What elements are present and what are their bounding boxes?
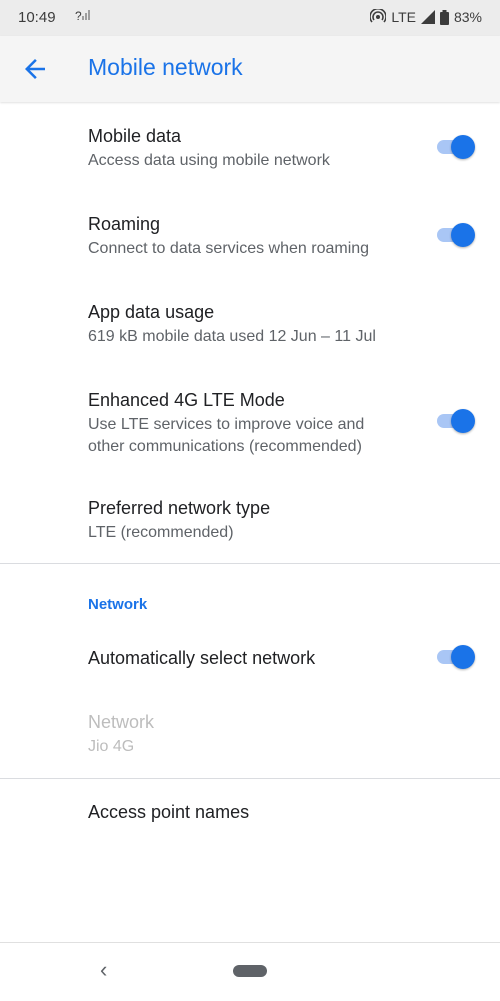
setting-app-data-usage[interactable]: App data usage 619 kB mobile data used 1… [0, 288, 500, 366]
setting-enhanced-4g-lte[interactable]: Enhanced 4G LTE Mode Use LTE services to… [0, 376, 500, 476]
battery-icon [439, 9, 449, 25]
no-sim-signal-icon: ? [75, 8, 92, 23]
setting-title: Access point names [88, 802, 250, 822]
enhanced-lte-toggle[interactable] [435, 406, 479, 436]
setting-auto-select-network[interactable]: Automatically select network [0, 628, 500, 688]
back-arrow-icon[interactable] [20, 54, 50, 84]
divider [0, 778, 500, 779]
battery-percent: 83% [453, 9, 482, 25]
page-title: Mobile network [88, 54, 243, 80]
hotspot-icon [370, 9, 387, 23]
auto-select-network-toggle[interactable] [435, 642, 479, 672]
mobile-data-toggle[interactable] [435, 132, 479, 162]
setting-subtitle-line1: Use LTE services to improve voice and [88, 416, 365, 433]
setting-title: Roaming [88, 214, 161, 234]
setting-title: Automatically select network [88, 648, 316, 668]
roaming-toggle[interactable] [435, 220, 479, 250]
nav-back-icon[interactable]: ‹ [100, 957, 107, 983]
setting-title: Preferred network type [88, 498, 271, 518]
setting-title: Enhanced 4G LTE Mode [88, 390, 285, 410]
setting-mobile-data[interactable]: Mobile data Access data using mobile net… [0, 112, 500, 190]
setting-access-point-names[interactable]: Access point names [0, 790, 500, 840]
setting-subtitle: 619 kB mobile data used 12 Jun – 11 Jul [88, 328, 376, 345]
status-icons: LTE 83% [370, 9, 482, 25]
cell-signal-icon [420, 10, 435, 24]
setting-network: Network Jio 4G [0, 700, 500, 772]
setting-title: Mobile data [88, 126, 182, 146]
setting-subtitle: Jio 4G [88, 738, 135, 755]
setting-subtitle: Access data using mobile network [88, 152, 330, 169]
divider [0, 563, 500, 564]
setting-title: Network [88, 712, 155, 732]
signal-bars-icon [81, 10, 90, 20]
setting-preferred-network-type[interactable]: Preferred network type LTE (recommended) [0, 484, 500, 562]
setting-subtitle: Connect to data services when roaming [88, 240, 370, 257]
setting-subtitle-line2: other communications (recommended) [88, 438, 362, 455]
sim-indicator: ? [75, 9, 82, 23]
app-bar: Mobile network [0, 36, 500, 102]
setting-title: App data usage [88, 302, 215, 322]
network-type-label: LTE [391, 9, 416, 25]
home-pill-button[interactable] [233, 965, 267, 977]
setting-subtitle: LTE (recommended) [88, 524, 234, 541]
setting-roaming[interactable]: Roaming Connect to data services when ro… [0, 200, 500, 278]
section-header-network: Network [88, 596, 148, 613]
system-nav-bar: ‹ [0, 942, 500, 1001]
status-bar: 10:49 ? LTE 83% [0, 0, 500, 36]
clock: 10:49 [18, 9, 56, 26]
